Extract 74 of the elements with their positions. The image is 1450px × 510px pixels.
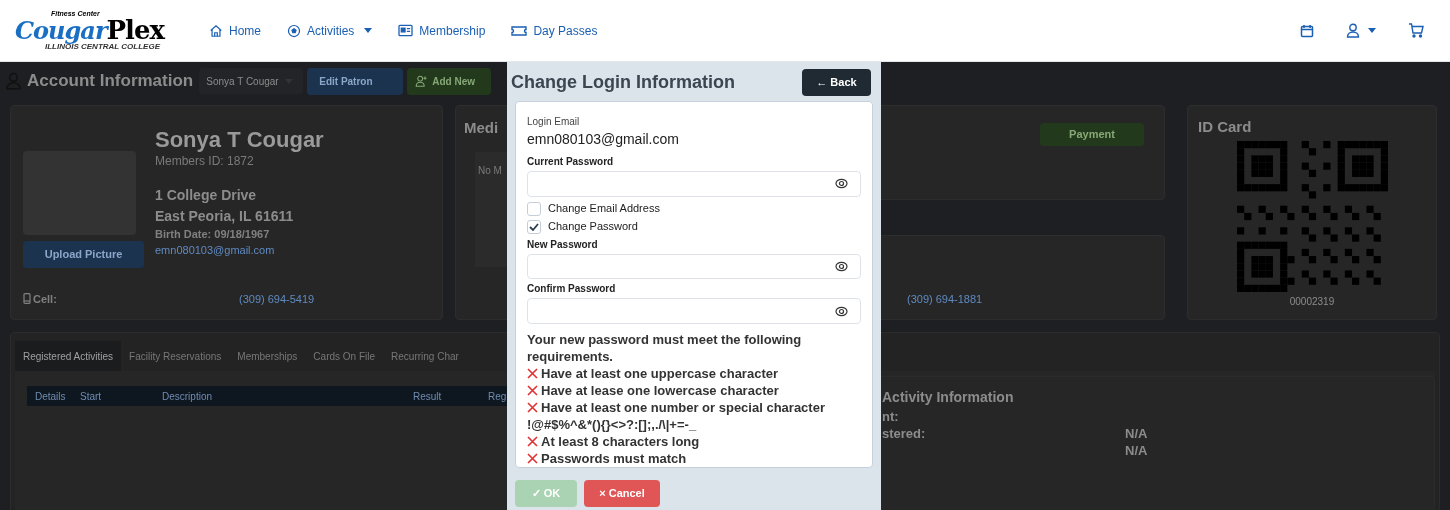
cell-label: Cell:	[33, 291, 58, 307]
nav-link[interactable]: Activities	[287, 21, 373, 40]
eye-icon[interactable]	[835, 261, 848, 272]
field-label: stered:	[882, 424, 927, 443]
add-new-button[interactable]: Add New	[407, 67, 492, 95]
dialog-title: Change Login Information	[511, 71, 735, 94]
password-field[interactable]	[527, 298, 861, 324]
ticket-icon	[511, 24, 528, 37]
patron-dropdown[interactable]: Sonya T Cougar	[199, 68, 304, 94]
column-header: Description	[162, 389, 214, 404]
phone-link[interactable]: (309) 694-1881	[907, 290, 983, 307]
field-label: Current Password	[527, 155, 615, 169]
eye-icon[interactable]	[835, 178, 848, 190]
checkbox[interactable]	[527, 201, 541, 216]
field-value: N/A	[1125, 441, 1148, 460]
add-user-icon	[415, 75, 428, 87]
logo-subtitle: ILLINOIS CENTRAL COLLEGE	[45, 43, 161, 51]
address-line: 1 College Drive	[155, 186, 258, 204]
address-line: East Peoria, IL 61611	[155, 208, 295, 226]
user-icon[interactable]	[1346, 23, 1360, 38]
requirement-text: At least 8 characters long	[541, 434, 700, 449]
id-card-icon	[398, 24, 414, 37]
phone-link[interactable]: (309) 694-5419	[239, 290, 315, 307]
caret-icon	[364, 28, 373, 33]
column-header: Reg	[488, 389, 508, 404]
edit-patron-button[interactable]: Edit Patron	[307, 67, 404, 95]
tab[interactable]: Facility Reservations	[121, 341, 230, 371]
card-title: Activity Information	[882, 388, 1015, 407]
page-title: Account Information	[27, 70, 194, 93]
requirements-intro: Your new password must meet the following requirements.	[527, 331, 803, 365]
field-label: Login Email	[527, 115, 581, 129]
field-label: Confirm Password	[527, 282, 617, 297]
card-title: ID Card	[1198, 117, 1253, 137]
checkbox[interactable]	[527, 219, 541, 234]
column-header: Start	[80, 389, 103, 404]
tab[interactable]: Registered Activities	[15, 341, 122, 371]
column-header: Details	[35, 389, 67, 404]
home-icon	[209, 23, 223, 38]
requirement-text: Have at least one number or special character !@#$%^&*(){}<>?:[];,./\|+=-_	[527, 400, 825, 432]
id-number: 00002319	[1289, 294, 1335, 309]
requirement-text: Have at least one uppercase character	[541, 366, 778, 381]
birth-date: Birth Date: 09/18/1967	[155, 227, 271, 242]
tab[interactable]: Memberships	[229, 341, 306, 371]
tab[interactable]: Recurring Char	[383, 341, 467, 371]
phone-icon	[23, 293, 31, 305]
eye-icon[interactable]	[835, 305, 848, 317]
soccer-ball-icon	[287, 23, 301, 38]
checkbox-label: Change Email Address	[548, 201, 660, 217]
nav-link[interactable]: Membership	[398, 21, 486, 40]
member-id: Members ID: 1872	[155, 153, 255, 169]
nav-link[interactable]: Home	[209, 21, 261, 40]
tab[interactable]: Cards On File	[305, 341, 384, 371]
cancel-button[interactable]: × Cancel	[584, 480, 660, 507]
card-title: Medi	[464, 119, 499, 136]
field-label: New Password	[527, 237, 599, 252]
checkbox-label: Change Password	[548, 219, 638, 235]
password-field[interactable]	[527, 253, 861, 280]
payment-button[interactable]: Payment	[1040, 123, 1144, 146]
patron-name: Sonya T Cougar	[155, 126, 324, 154]
logo-wordmark: Plex	[106, 17, 165, 43]
field-label: nt:	[882, 407, 900, 426]
email-link[interactable]: emn080103@gmail.com	[155, 244, 324, 258]
column-header: Result	[413, 389, 443, 404]
caret-icon	[1368, 28, 1376, 33]
back-button[interactable]: ← Back	[802, 69, 871, 96]
nav-link[interactable]: Day Passes	[511, 21, 598, 40]
login-email: emn080103@gmail.com	[527, 130, 680, 149]
notes-text: No M	[478, 165, 502, 176]
logo-script: Cougar	[15, 19, 107, 43]
field-value: N/A	[1125, 424, 1148, 443]
upload-picture-button[interactable]: Upload Picture	[23, 241, 144, 268]
requirement-text: Have at lease one lowercase character	[541, 383, 779, 398]
requirement-text: Passwords must match	[541, 451, 687, 466]
password-field[interactable]	[527, 171, 861, 197]
